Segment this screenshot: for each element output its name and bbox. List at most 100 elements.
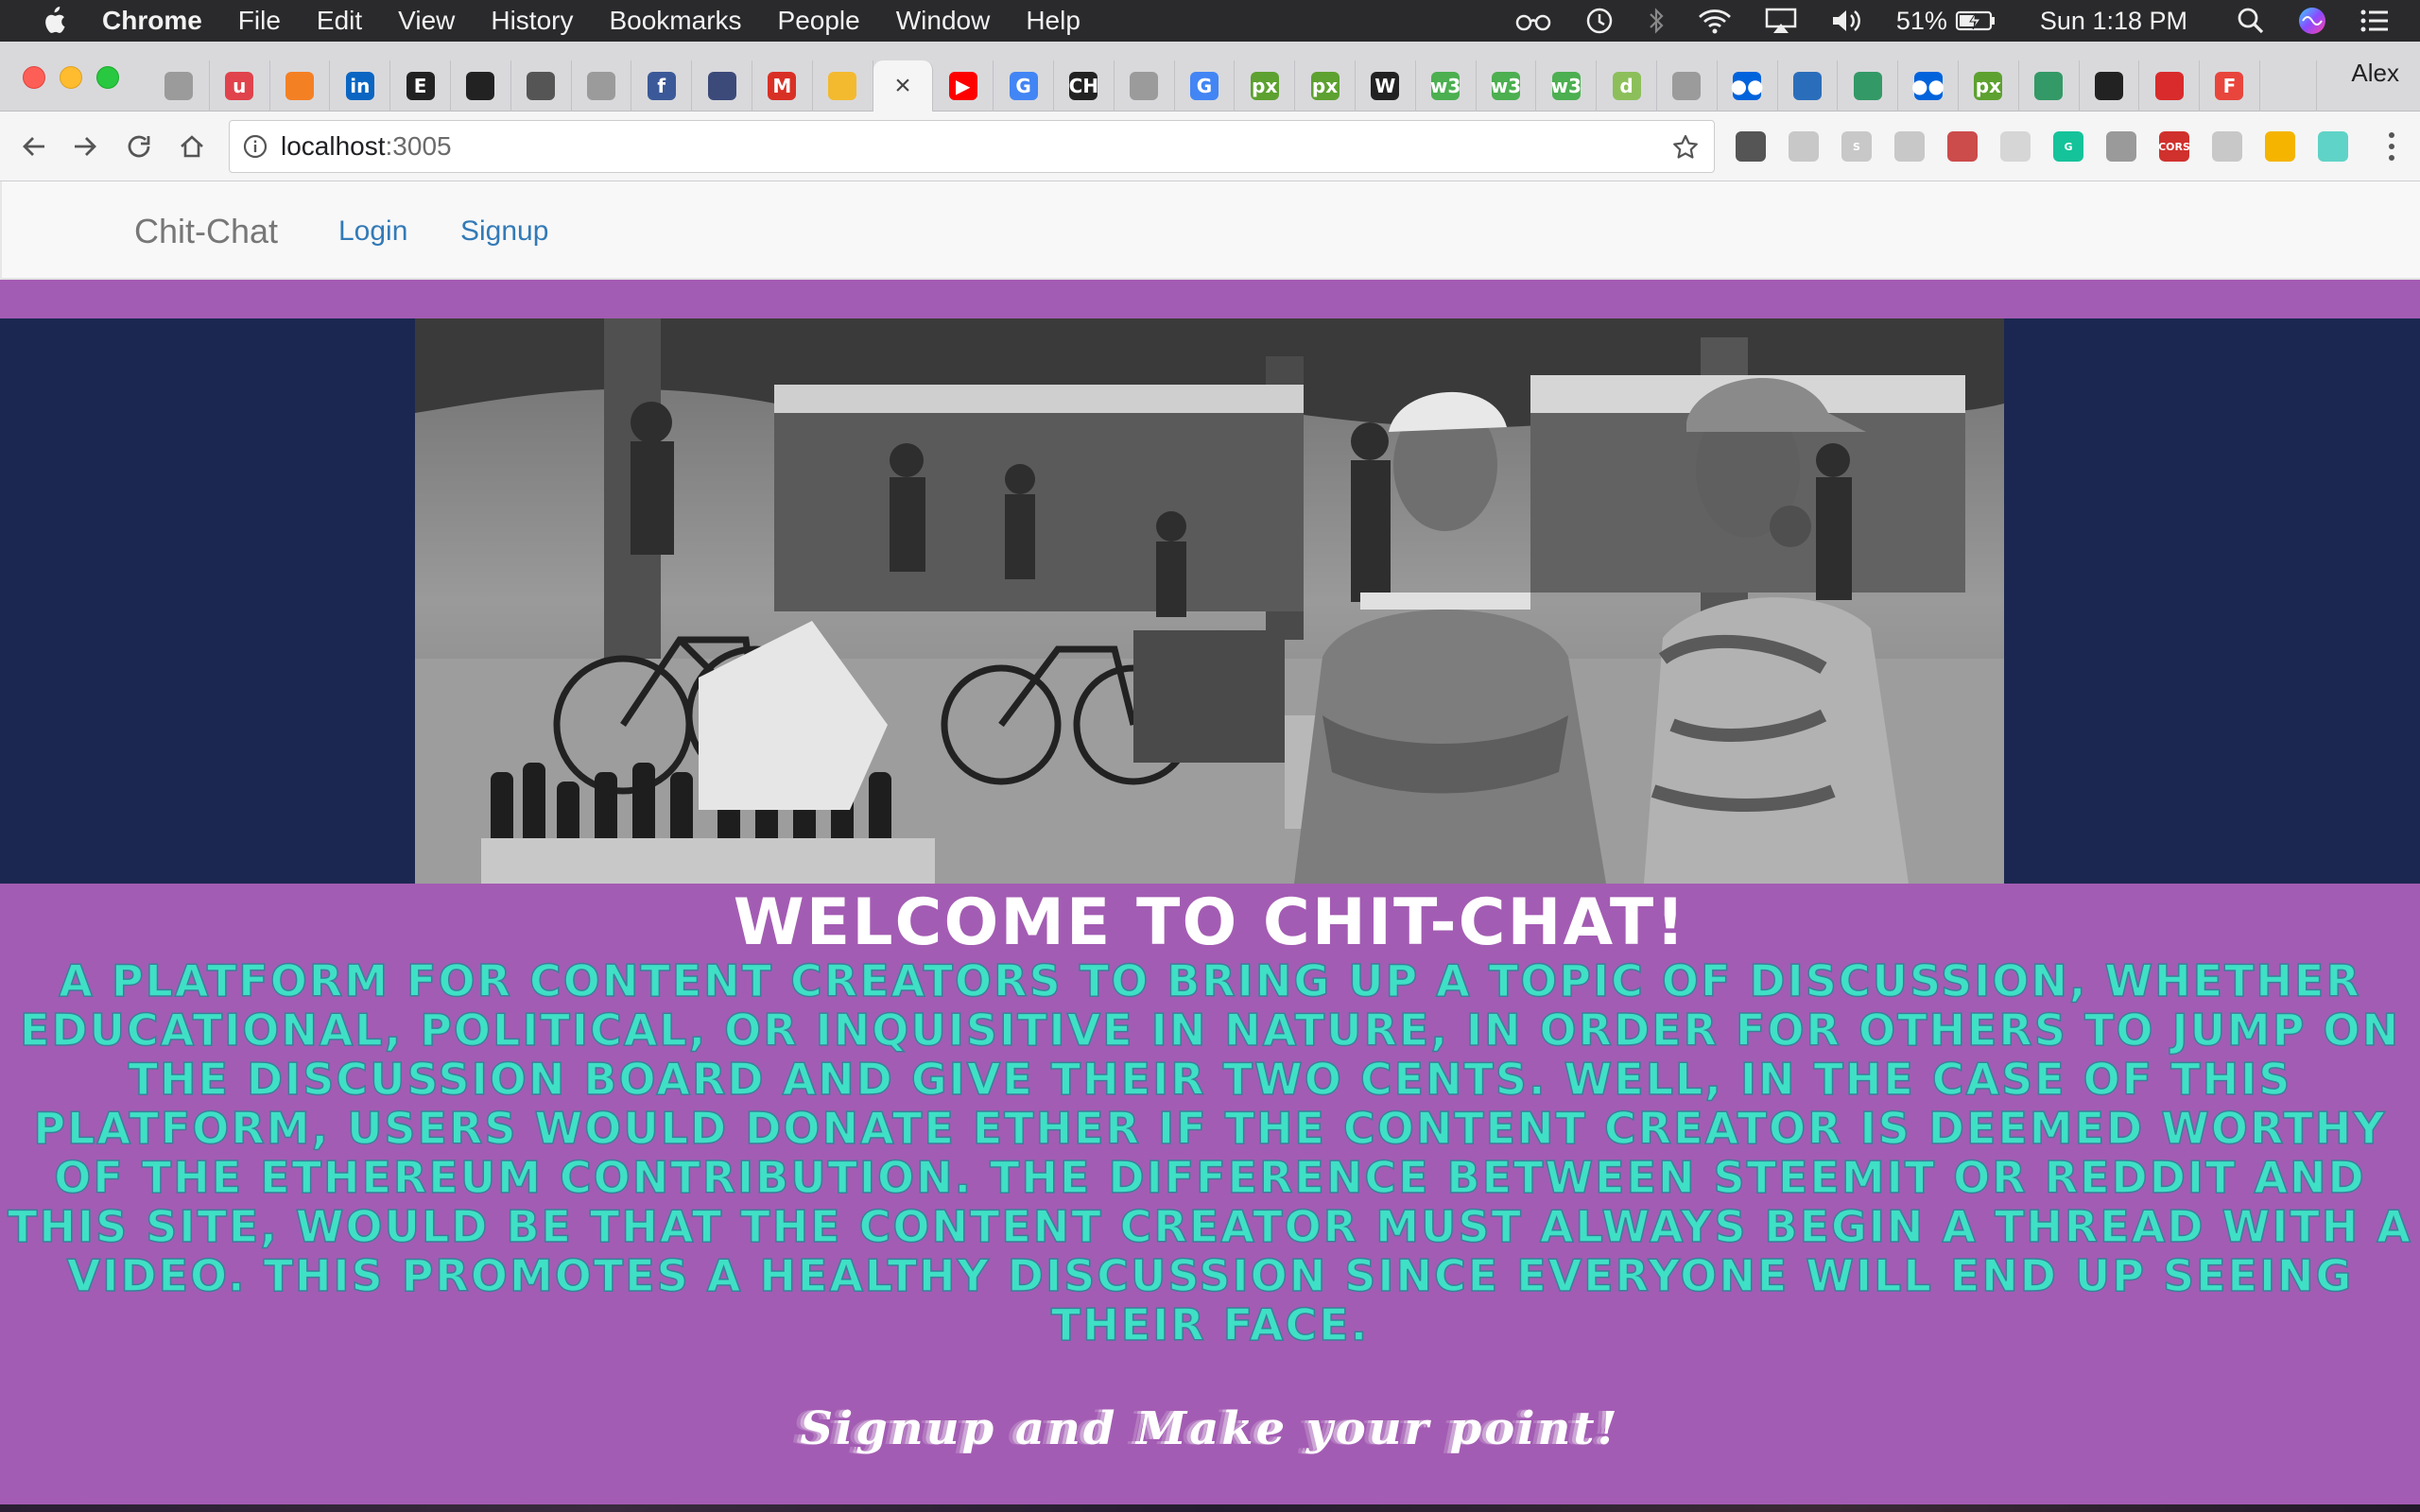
browser-tab[interactable]: M (752, 60, 813, 112)
browser-tab[interactable]: CH (1054, 60, 1115, 112)
airplay-icon[interactable] (1764, 7, 1798, 35)
menu-help[interactable]: Help (1026, 6, 1080, 36)
gauge-icon (707, 72, 736, 100)
volume-icon[interactable] (1830, 7, 1864, 35)
puzzle-icon[interactable] (1947, 131, 1978, 162)
browser-tab[interactable] (149, 60, 210, 112)
card-icon (1792, 72, 1822, 100)
browser-tab[interactable] (1778, 60, 1839, 112)
profile-name[interactable]: Alex (2351, 59, 2399, 88)
browser-tab[interactable]: G (1175, 60, 1236, 112)
browser-tab[interactable]: w3 (1536, 60, 1598, 112)
menu-people[interactable]: People (778, 6, 860, 36)
browser-tab[interactable] (813, 60, 873, 112)
menu-window[interactable]: Window (896, 6, 991, 36)
browser-tab[interactable]: f (631, 60, 693, 112)
browser-tab[interactable] (692, 60, 752, 112)
browser-tab[interactable]: ▶ (933, 60, 994, 112)
url-port: :3005 (385, 131, 452, 161)
browser-tab[interactable] (572, 60, 632, 112)
tree-icon[interactable] (1789, 131, 1819, 162)
browser-tab[interactable]: px (1959, 60, 2019, 112)
red-stripe-icon (2154, 72, 2184, 100)
browser-tab[interactable]: ●● (1718, 60, 1778, 112)
browser-tab[interactable]: px (1295, 60, 1356, 112)
menu-app-name[interactable]: Chrome (102, 6, 202, 36)
browser-tab[interactable]: d (1597, 60, 1657, 112)
wifi-icon[interactable] (1698, 8, 1732, 34)
d-icon: d (1612, 72, 1641, 100)
browser-tab[interactable] (2139, 60, 2201, 112)
browser-tab[interactable]: G (994, 60, 1054, 112)
window-minimize-button[interactable] (60, 66, 82, 89)
forward-icon[interactable] (66, 128, 104, 165)
browser-tab[interactable]: W (1356, 60, 1416, 112)
site-info-icon[interactable] (241, 132, 269, 161)
battery-charging-icon[interactable] (1955, 9, 1996, 32)
reload-icon[interactable] (120, 128, 158, 165)
browser-tab[interactable]: w3 (1416, 60, 1477, 112)
clock[interactable]: Sun 1:18 PM (2040, 7, 2187, 36)
new-tab-button[interactable] (2260, 60, 2317, 112)
browser-tab[interactable]: in (330, 60, 391, 112)
chat-icon[interactable] (2212, 131, 2242, 162)
window-zoom-button[interactable] (96, 66, 119, 89)
signup-link[interactable]: Signup (460, 215, 548, 248)
vue-icon[interactable] (2106, 131, 2136, 162)
back-icon[interactable] (15, 128, 53, 165)
browser-tab[interactable]: u (210, 60, 270, 112)
status-area: 51% Sun 1:18 PM (1482, 0, 2420, 42)
menu-bookmarks[interactable]: Bookmarks (609, 6, 741, 36)
platform-description: A platform for content creators to bring… (7, 955, 2412, 1350)
browser-tab[interactable]: × (873, 60, 934, 112)
cast-icon[interactable] (1894, 131, 1925, 162)
address-bar[interactable]: localhost:3005 (229, 120, 1715, 173)
menu-edit[interactable]: Edit (317, 6, 362, 36)
spotlight-icon[interactable] (2237, 7, 2265, 35)
wikimedia-icon (1853, 72, 1882, 100)
hero-banner (0, 318, 2420, 884)
browser-tab[interactable]: ●● (1898, 60, 1959, 112)
menu-history[interactable]: History (491, 6, 573, 36)
siri-icon[interactable] (2297, 6, 2327, 36)
ring-icon[interactable] (2318, 131, 2348, 162)
glasses-icon[interactable] (1514, 10, 1552, 31)
cycle-icon[interactable] (1736, 131, 1766, 162)
login-link[interactable]: Login (338, 215, 407, 248)
browser-tab[interactable] (451, 60, 511, 112)
browser-tab[interactable] (1657, 60, 1718, 112)
apple-icon[interactable] (36, 4, 70, 38)
site-brand[interactable]: Chit-Chat (134, 212, 278, 251)
extension-icons: S G CORS (1736, 128, 2371, 165)
browser-tab[interactable] (1838, 60, 1899, 112)
browser-tab[interactable]: E (390, 60, 451, 112)
tab-close-icon[interactable]: × (894, 70, 911, 102)
browser-tab[interactable] (2019, 60, 2080, 112)
github-icon (466, 72, 495, 100)
px-icon: px (1310, 72, 1340, 100)
home-icon[interactable] (173, 128, 211, 165)
chrome-menu-icon[interactable] (2386, 132, 2397, 161)
menu-file[interactable]: File (238, 6, 281, 36)
url-text[interactable]: localhost:3005 (281, 131, 452, 162)
grammarly-icon[interactable]: G (2053, 131, 2083, 162)
notification-center-icon[interactable] (2360, 9, 2390, 33)
battery-percent: 51% (1895, 6, 1947, 35)
skype-icon[interactable]: S (1841, 131, 1872, 162)
menu-view[interactable]: View (398, 6, 455, 36)
window-close-button[interactable] (23, 66, 45, 89)
square-icon[interactable] (2000, 131, 2031, 162)
browser-tab[interactable]: w3 (1477, 60, 1537, 112)
browser-tab[interactable] (1115, 60, 1175, 112)
cors-icon[interactable]: CORS (2158, 131, 2190, 162)
browser-tab[interactable] (2080, 60, 2140, 112)
browser-tab[interactable]: px (1235, 60, 1296, 112)
moon-icon[interactable] (2265, 131, 2295, 162)
bookmark-star-icon[interactable] (1670, 132, 1701, 163)
url-host: localhost (281, 131, 386, 161)
browser-tab[interactable]: F (2200, 60, 2260, 112)
time-machine-icon[interactable] (1584, 6, 1615, 36)
browser-tab[interactable] (511, 60, 572, 112)
bluetooth-icon[interactable] (1647, 6, 1666, 36)
browser-tab[interactable] (270, 60, 331, 112)
